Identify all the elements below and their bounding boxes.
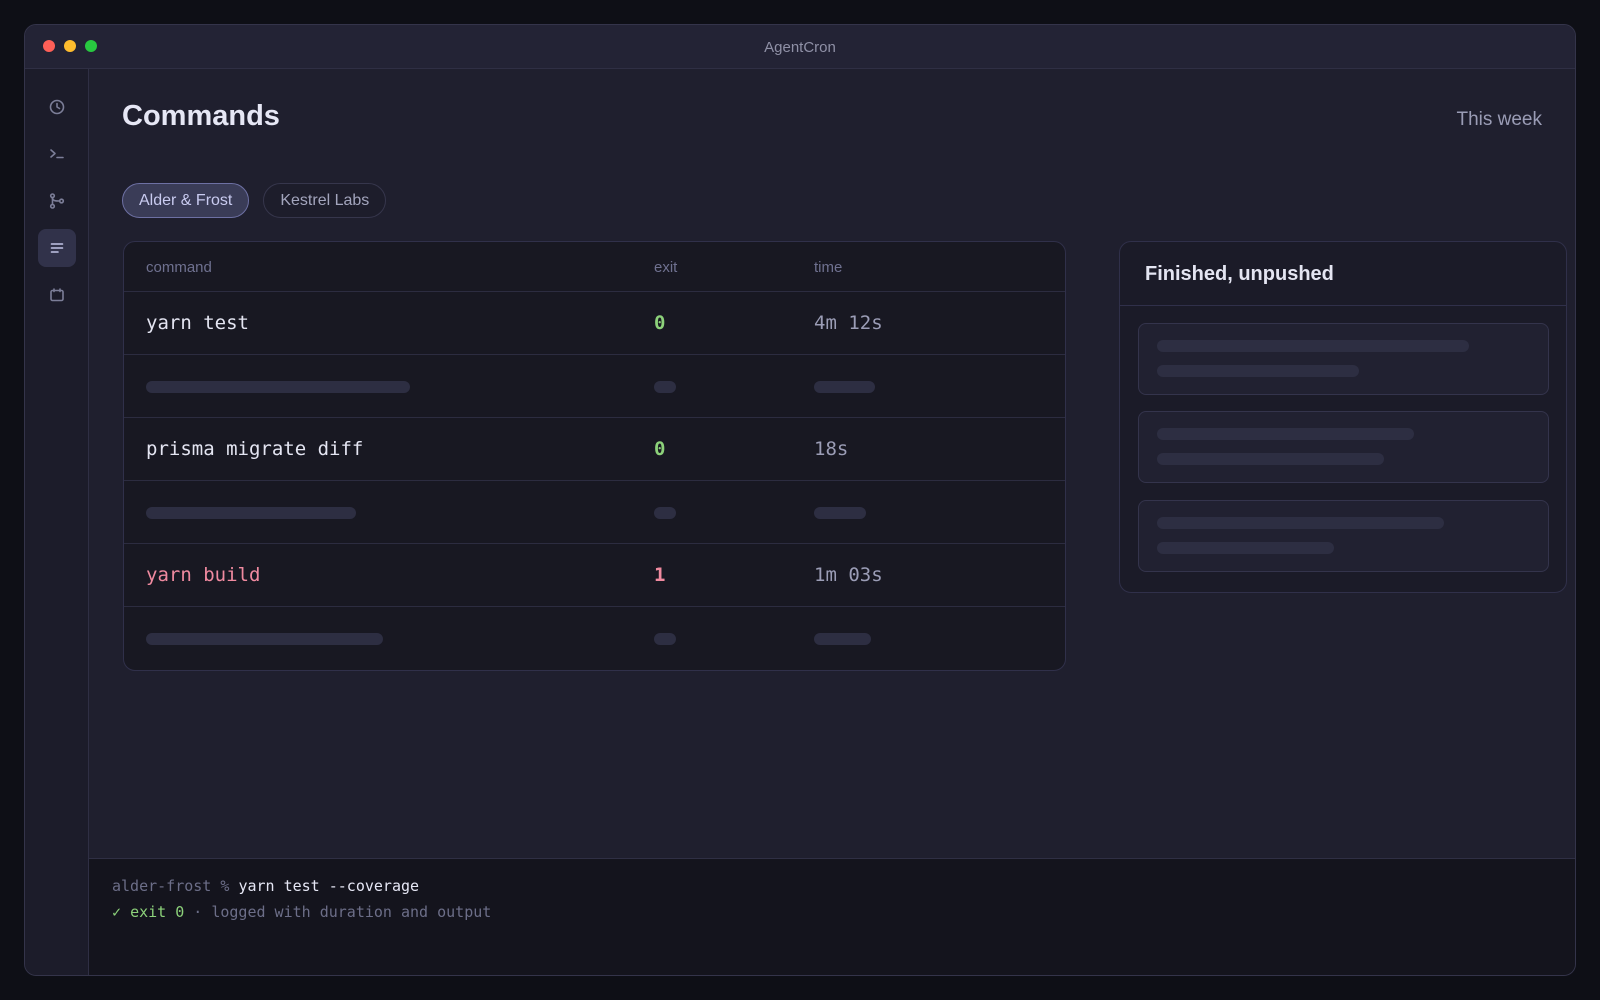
column-header-time: time: [814, 259, 843, 276]
skeleton-command: [146, 507, 356, 519]
console-result-note: logged with duration and output: [211, 903, 492, 921]
panel-card-placeholder: [1138, 500, 1549, 572]
table-row[interactable]: yarn test 0 4m 12s: [124, 292, 1065, 355]
console-separator: ·: [193, 903, 203, 921]
date-range-selector[interactable]: This week: [1456, 109, 1542, 131]
tab-kestrel-labs[interactable]: Kestrel Labs: [263, 183, 387, 218]
skeleton-line: [1157, 365, 1359, 377]
terminal-console[interactable]: alder-frost % yarn test --coverage ✓ exi…: [89, 858, 1575, 975]
commands-table: command exit time yarn test 0 4m 12s pri…: [123, 241, 1066, 671]
title-bar: AgentCron: [25, 25, 1575, 69]
project-tabs: Alder & Frost Kestrel Labs: [122, 183, 387, 218]
command-cell: prisma migrate diff: [146, 438, 364, 460]
table-row-placeholder: [124, 355, 1065, 418]
tab-alder-frost[interactable]: Alder & Frost: [122, 183, 250, 218]
skeleton-exit: [654, 381, 676, 393]
clock-icon: [49, 99, 65, 115]
table-header: command exit time: [124, 242, 1065, 292]
console-exit-status: exit 0: [130, 903, 185, 921]
skeleton-time: [814, 381, 875, 393]
terminal-icon: [50, 149, 64, 159]
duration-cell: 4m 12s: [814, 312, 883, 334]
main-content: Commands This week Alder & Frost Kestrel…: [89, 69, 1575, 858]
skeleton-exit: [654, 633, 676, 645]
sidebar: [25, 69, 89, 975]
console-command-line: alder-frost % yarn test --coverage: [112, 877, 419, 895]
skeleton-line: [1157, 453, 1384, 465]
calendar-icon: [50, 288, 64, 302]
skeleton-exit: [654, 507, 676, 519]
sidebar-item-schedule[interactable]: [38, 88, 76, 126]
column-header-exit: exit: [654, 259, 678, 276]
exit-code-cell: 1: [654, 564, 666, 586]
console-command: yarn test --coverage: [238, 877, 420, 895]
skeleton-line: [1157, 428, 1414, 440]
skeleton-line: [1157, 542, 1334, 554]
sidebar-item-branches[interactable]: [38, 182, 76, 220]
table-row[interactable]: prisma migrate diff 0 18s: [124, 418, 1065, 481]
window-title: AgentCron: [764, 39, 836, 56]
exit-code-cell: 0: [654, 312, 666, 334]
skeleton-line: [1157, 340, 1469, 352]
app-window: AgentCron Commands This week Alder & Fro…: [24, 24, 1576, 976]
list-icon: [50, 243, 64, 253]
console-prompt: alder-frost %: [112, 877, 230, 895]
skeleton-command: [146, 633, 383, 645]
page-title: Commands: [122, 100, 280, 132]
finished-unpushed-panel: Finished, unpushed: [1119, 241, 1567, 593]
exit-code-cell: 0: [654, 438, 666, 460]
sidebar-item-calendar[interactable]: [38, 276, 76, 314]
panel-title: Finished, unpushed: [1120, 242, 1566, 306]
table-row-placeholder: [124, 481, 1065, 544]
console-result-line: ✓ exit 0 · logged with duration and outp…: [112, 903, 491, 921]
command-cell: yarn build: [146, 564, 261, 586]
skeleton-line: [1157, 517, 1444, 529]
skeleton-time: [814, 507, 866, 519]
git-branch-icon: [49, 193, 65, 209]
column-header-command: command: [146, 259, 212, 276]
duration-cell: 1m 03s: [814, 564, 883, 586]
skeleton-command: [146, 381, 410, 393]
panel-card-placeholder: [1138, 323, 1549, 395]
panel-card-placeholder: [1138, 411, 1549, 483]
command-cell: yarn test: [146, 312, 249, 334]
check-icon: ✓: [112, 903, 122, 921]
sidebar-item-terminal[interactable]: [38, 135, 76, 173]
duration-cell: 18s: [814, 438, 849, 460]
table-row-placeholder: [124, 607, 1065, 670]
skeleton-time: [814, 633, 871, 645]
table-row[interactable]: yarn build 1 1m 03s: [124, 544, 1065, 607]
sidebar-item-commands[interactable]: [38, 229, 76, 267]
